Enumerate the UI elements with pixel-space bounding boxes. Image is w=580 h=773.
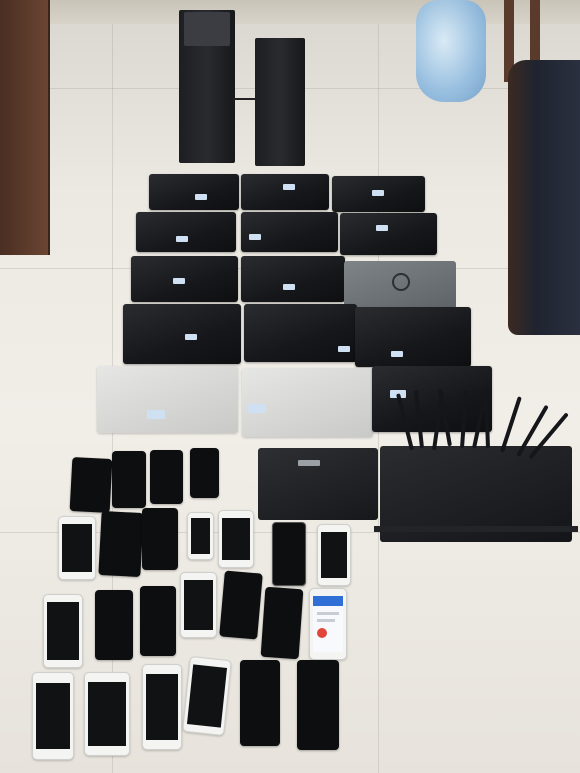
mobile-phone	[317, 524, 351, 586]
mobile-phone	[272, 522, 306, 586]
app-header-bar	[313, 596, 343, 606]
laptop	[149, 174, 239, 210]
desktop-tower-top	[184, 12, 230, 46]
laptop	[340, 213, 437, 255]
mobile-phone	[219, 570, 263, 640]
mobile-phone	[187, 512, 214, 560]
evidence-photo	[0, 0, 580, 773]
mobile-phone	[32, 672, 74, 760]
mobile-phone	[240, 660, 280, 746]
mobile-phone	[58, 516, 96, 580]
mobile-phone	[112, 451, 146, 508]
laptop	[131, 256, 238, 302]
mobile-phone	[190, 448, 219, 498]
laptop	[241, 212, 338, 252]
desktop-tower	[255, 38, 305, 166]
mobile-phone	[182, 656, 232, 736]
power-cable	[233, 98, 257, 100]
mobile-phone	[84, 672, 130, 756]
network-switch	[258, 448, 378, 520]
app-content	[317, 619, 335, 622]
mobile-phone	[218, 510, 254, 568]
router-with-antennas	[374, 446, 578, 542]
antenna	[500, 396, 522, 453]
mounting-bracket	[374, 526, 578, 532]
mobile-phone	[297, 660, 339, 750]
app-content	[317, 612, 339, 615]
laptop-honor	[97, 366, 238, 433]
mobile-phone	[142, 508, 178, 570]
laptop	[241, 256, 345, 302]
mobile-phone	[69, 456, 113, 514]
laptop-logo-icon	[392, 273, 410, 291]
mobile-phone	[140, 586, 176, 656]
mobile-phone	[142, 664, 182, 750]
app-accent	[317, 628, 327, 638]
mobile-phone	[98, 510, 144, 578]
laptop-asus	[242, 368, 373, 437]
laptop	[332, 176, 425, 212]
mobile-phone	[95, 590, 133, 660]
laptop	[355, 307, 471, 367]
wooden-cabinet	[0, 0, 50, 255]
laptop	[372, 366, 492, 432]
leather-sofa	[508, 60, 580, 335]
laptop	[244, 304, 357, 362]
mobile-phone-screen-on	[309, 588, 347, 660]
mobile-phone	[180, 572, 217, 638]
mobile-phone	[150, 450, 183, 504]
plastic-bag	[416, 0, 486, 102]
laptop	[241, 174, 329, 210]
laptop	[344, 261, 456, 309]
chair-leg	[530, 0, 540, 60]
mobile-phone	[43, 594, 83, 668]
laptop	[136, 212, 236, 252]
laptop	[123, 304, 241, 364]
mobile-phone	[260, 586, 304, 660]
wall-baseboard	[0, 0, 580, 24]
